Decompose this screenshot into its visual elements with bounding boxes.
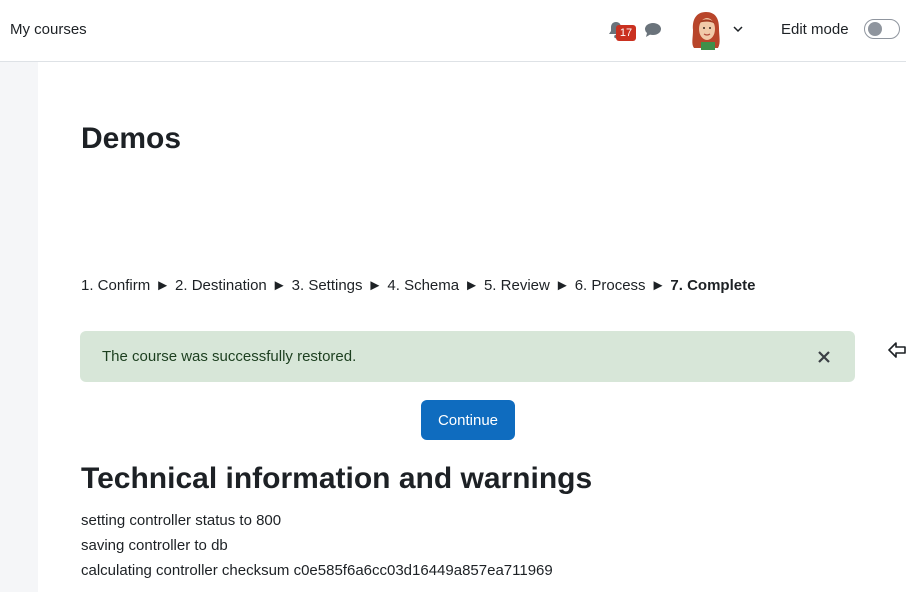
step-item: 5. Review: [483, 277, 550, 294]
log-line: saving controller to db: [81, 537, 228, 554]
arrow-left-icon[interactable]: [887, 341, 906, 359]
edit-mode-toggle[interactable]: [864, 19, 900, 39]
step-item: 6. Process: [574, 277, 646, 294]
notification-count-badge: 17: [616, 25, 636, 41]
success-alert: The course was successfully restored.: [80, 331, 855, 382]
step-separator: ►: [367, 277, 383, 294]
step-separator: ►: [155, 277, 171, 294]
chat-icon[interactable]: [644, 22, 662, 38]
my-courses-link[interactable]: My courses: [10, 21, 87, 38]
toggle-knob: [868, 22, 882, 36]
step-item: 1. Confirm: [81, 277, 151, 294]
step-item: 3. Settings: [291, 277, 363, 294]
top-navbar: My courses 17 Edit mode: [0, 0, 906, 62]
step-separator: ►: [464, 277, 479, 294]
step-separator: ►: [271, 277, 287, 294]
continue-button[interactable]: Continue: [421, 400, 515, 440]
technical-heading: Technical information and warnings: [81, 462, 593, 495]
step-item: 7. Complete: [670, 277, 756, 294]
step-separator: ►: [554, 277, 570, 294]
left-drawer-strip: [0, 62, 38, 592]
step-item: 4. Schema: [387, 277, 460, 294]
chevron-down-icon[interactable]: [733, 25, 743, 33]
page-title: Demos: [81, 122, 182, 155]
user-avatar[interactable]: [688, 10, 724, 50]
edit-mode-label: Edit mode: [781, 21, 849, 38]
restore-progress-steps: 1. Confirm ► 2. Destination ► 3. Settings ► 4.…: [81, 276, 755, 296]
close-icon[interactable]: [817, 350, 831, 364]
alert-message: The course was successfully restored.: [102, 348, 357, 365]
step-separator: ►: [650, 277, 666, 294]
technical-log: setting controller status to 800 saving …: [81, 508, 553, 583]
log-line: setting controller status to 800: [81, 512, 282, 529]
step-item: 2. Destination: [175, 277, 267, 294]
log-line: calculating controller checksum c0e585f6…: [81, 562, 553, 579]
